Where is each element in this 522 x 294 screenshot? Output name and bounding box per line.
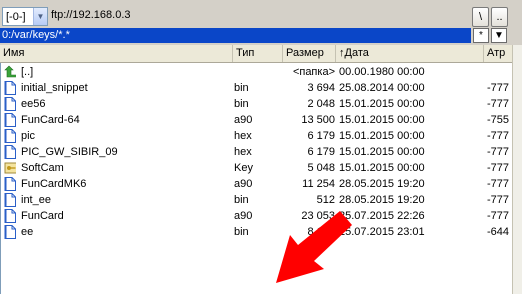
history-star-button[interactable]: * xyxy=(473,28,489,43)
file-attr: -777 xyxy=(487,162,510,174)
file-list[interactable]: [..] <папка> 00.00.1980 00:00 initial_snipp… xyxy=(0,63,512,294)
file-name: int_ee xyxy=(21,194,51,206)
file-icon xyxy=(4,209,16,223)
file-icon xyxy=(4,177,16,191)
file-attr: -777 xyxy=(487,146,510,158)
drive-toolbar: [-0-] ▼ ftp://192.168.0.3 \ .. xyxy=(0,0,522,28)
up-arrow-icon xyxy=(4,65,16,79)
file-attr: -644 xyxy=(487,226,510,238)
column-type[interactable]: Тип xyxy=(233,45,283,62)
key-file-icon xyxy=(4,161,16,175)
file-name: FunCard-64 xyxy=(21,114,80,126)
file-size: <папка> xyxy=(292,66,335,78)
file-size: 6 179 xyxy=(307,130,335,142)
file-type: hex xyxy=(234,130,252,142)
file-date: 25.07.2015 23:01 xyxy=(339,226,425,238)
file-type: bin xyxy=(234,98,249,110)
list-item[interactable]: FunCard-64 a90 13 500 15.01.2015 00:00 -755 xyxy=(1,112,513,128)
file-name: pic xyxy=(21,130,36,142)
file-icon xyxy=(4,193,16,207)
file-date: 15.01.2015 00:00 xyxy=(339,130,425,142)
list-item[interactable]: ee56 bin 2 048 15.01.2015 00:00 -777 xyxy=(1,96,513,112)
drive-select-value: [-0-] xyxy=(6,10,26,23)
file-date: 25.07.2015 22:26 xyxy=(339,210,425,222)
file-attr: -777 xyxy=(487,210,510,222)
file-attr: -777 xyxy=(487,178,510,190)
file-date: 15.01.2015 00:00 xyxy=(339,98,425,110)
scrollbar[interactable] xyxy=(512,45,522,294)
file-attr xyxy=(487,64,513,80)
file-name: PIC_GW_SIBIR_09 xyxy=(21,146,118,158)
column-attr[interactable]: Атр xyxy=(484,45,512,62)
root-button[interactable]: \ xyxy=(472,7,489,27)
file-size: 11 254 xyxy=(302,178,335,190)
list-item[interactable]: [..] <папка> 00.00.1980 00:00 xyxy=(1,64,513,80)
file-date: 00.00.1980 00:00 xyxy=(339,66,425,78)
file-size: 13 500 xyxy=(301,114,335,126)
file-size: 2 048 xyxy=(307,98,335,110)
column-name[interactable]: Имя xyxy=(0,45,233,62)
file-attr: -777 xyxy=(487,130,510,142)
file-size: 6 179 xyxy=(307,146,335,158)
drive-select[interactable]: [-0-] ▼ xyxy=(2,7,48,26)
file-date: 28.05.2015 19:20 xyxy=(339,178,425,190)
column-size[interactable]: Размер xyxy=(283,45,336,62)
file-date: 15.01.2015 00:00 xyxy=(339,162,425,174)
list-item[interactable]: PIC_GW_SIBIR_09 hex 6 179 15.01.2015 00:00 -… xyxy=(1,144,513,160)
file-type: hex xyxy=(234,146,252,158)
list-item[interactable]: eebin8 19225.07.2015 23:01-644 xyxy=(1,224,513,240)
file-name: ee56 xyxy=(21,98,46,110)
file-name: SoftCam xyxy=(21,162,64,174)
connection-label: ftp://192.168.0.3 xyxy=(51,9,131,21)
list-item[interactable]: int_ee bin 512 28.05.2015 19:20 -777 xyxy=(1,192,513,208)
file-attr: -777 xyxy=(487,82,510,94)
column-header: Имя Тип Размер ↑Дата Атр xyxy=(0,45,512,63)
file-type: a90 xyxy=(234,114,253,126)
file-date: 28.05.2015 19:20 xyxy=(339,194,425,206)
file-date: 15.01.2015 00:00 xyxy=(339,114,425,126)
file-icon xyxy=(4,81,16,95)
up-dir-button[interactable]: .. xyxy=(491,7,508,27)
file-icon xyxy=(4,113,16,127)
file-name: FunCardMK6 xyxy=(21,178,87,190)
file-icon xyxy=(4,145,16,159)
list-item[interactable]: FunCardMK6 a90 11 254 28.05.2015 19:20 -777 xyxy=(1,176,513,192)
column-date[interactable]: ↑Дата xyxy=(336,45,484,62)
chevron-down-icon[interactable]: ▼ xyxy=(491,28,507,43)
file-type: a90 xyxy=(234,178,253,190)
list-item[interactable]: SoftCam Key 5 048 15.01.2015 00:00 -777 xyxy=(1,160,513,176)
list-item[interactable]: FunCard a90 23 053 25.07.2015 22:26 -777 xyxy=(1,208,513,224)
file-type: Key xyxy=(234,162,253,174)
red-arrow-annotation xyxy=(276,211,352,283)
file-name: initial_snippet xyxy=(21,82,88,94)
file-name: FunCard xyxy=(21,210,64,222)
chevron-down-icon[interactable]: ▼ xyxy=(33,8,47,25)
list-item[interactable]: initial_snippet bin 3 694 25.08.2014 00:00 -… xyxy=(1,80,513,96)
file-attr: -755 xyxy=(487,114,510,126)
file-size: 5 048 xyxy=(307,162,335,174)
file-icon xyxy=(4,129,16,143)
file-attr: -777 xyxy=(487,194,510,206)
file-attr: -777 xyxy=(487,98,510,110)
list-item[interactable]: pic hex 6 179 15.01.2015 00:00 -777 xyxy=(1,128,513,144)
file-date: 25.08.2014 00:00 xyxy=(339,82,425,94)
path-bar[interactable]: 0:/var/keys/*.* xyxy=(0,28,471,43)
file-name: ee xyxy=(21,226,34,238)
file-type: bin xyxy=(234,82,249,94)
file-icon xyxy=(4,97,16,111)
file-date: 15.01.2015 00:00 xyxy=(339,146,425,158)
file-icon xyxy=(4,225,16,239)
file-type xyxy=(233,64,283,80)
file-name: [..] xyxy=(21,66,34,78)
file-size: 3 694 xyxy=(307,82,335,94)
